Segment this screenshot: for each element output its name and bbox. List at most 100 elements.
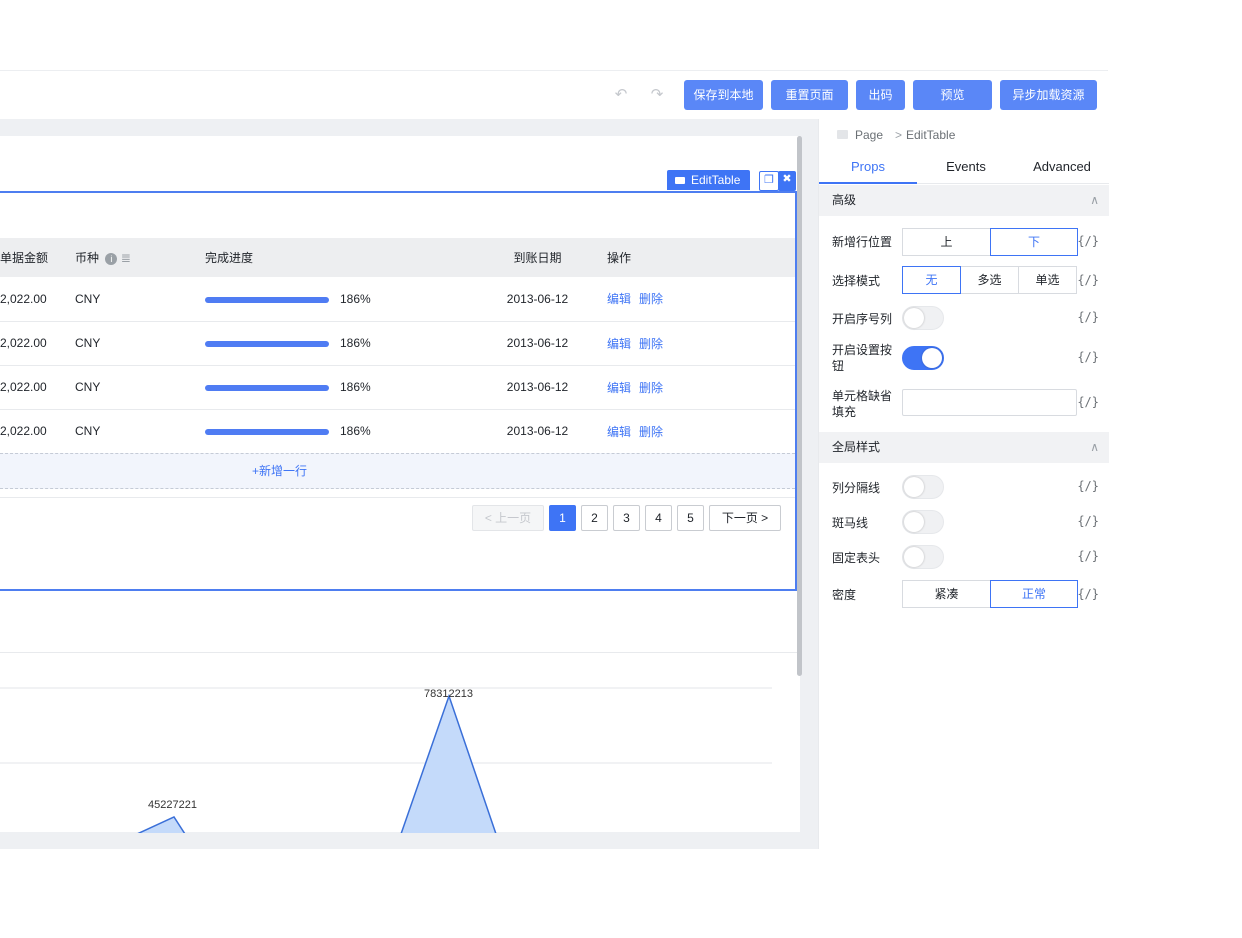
component-tag[interactable]: EditTable: [667, 170, 751, 190]
cell-actions: 编辑删除: [607, 277, 795, 322]
cell-amount: 2,022.00: [0, 277, 75, 322]
area-series-segment: [136, 816, 187, 835]
column-divider-toggle[interactable]: [902, 475, 944, 499]
page-icon: [837, 130, 848, 139]
page-4-button[interactable]: 4: [645, 505, 672, 531]
code-binding-button[interactable]: {/}: [1077, 549, 1099, 563]
redo-icon[interactable]: ↷: [647, 85, 667, 105]
add-row-button[interactable]: +新增一行: [0, 453, 795, 489]
code-binding-button[interactable]: {/}: [1077, 310, 1099, 324]
code-binding-button[interactable]: {/}: [1077, 273, 1099, 287]
selection-multi-option[interactable]: 多选: [960, 266, 1019, 294]
tab-events[interactable]: Events: [917, 152, 1015, 184]
preview-button[interactable]: 预览: [913, 80, 992, 110]
column-header-progress[interactable]: 完成进度: [205, 238, 468, 277]
filter-icon[interactable]: ≣: [121, 251, 131, 265]
table-row: 2,022.00CNY 186% 2013-06-12编辑删除: [0, 277, 795, 322]
delete-link[interactable]: 删除: [639, 425, 663, 439]
section-global-style[interactable]: 全局样式 ∧: [819, 432, 1109, 463]
code-binding-button[interactable]: {/}: [1077, 479, 1099, 493]
fixed-header-label: 固定表头: [832, 551, 881, 565]
export-code-button[interactable]: 出码: [856, 80, 905, 110]
component-icon: [675, 177, 685, 184]
row-empty-fill: 单元格缺省填充 {/}: [819, 387, 1109, 421]
column-header-actions[interactable]: 操作: [607, 238, 795, 277]
page-2-button[interactable]: 2: [581, 505, 608, 531]
progress-value: 186%: [340, 424, 371, 438]
delete-link[interactable]: 删除: [639, 292, 663, 306]
column-header-currency[interactable]: 币种 i ≣: [75, 238, 205, 277]
breadcrumb-current[interactable]: EditTable: [906, 119, 955, 151]
column-header-date[interactable]: 到账日期: [468, 238, 607, 277]
page-3-button[interactable]: 3: [613, 505, 640, 531]
code-binding-button[interactable]: {/}: [1077, 395, 1099, 409]
new-row-position-label: 新增行位置: [832, 235, 893, 249]
canvas-scrollbar[interactable]: [797, 136, 802, 676]
column-header-amount[interactable]: 单据金额: [0, 238, 75, 277]
section-advanced[interactable]: 高级 ∧: [819, 185, 1109, 216]
copy-icon[interactable]: ❐: [759, 171, 779, 191]
settings-button-label: 开启设置按钮: [832, 343, 893, 373]
cell-amount: 2,022.00: [0, 365, 75, 410]
code-binding-button[interactable]: {/}: [1077, 514, 1099, 528]
reset-page-button[interactable]: 重置页面: [771, 80, 848, 110]
position-top-option[interactable]: 上: [902, 228, 991, 256]
progress-bar: [205, 384, 329, 391]
page-1-button[interactable]: 1: [549, 505, 576, 531]
code-binding-button[interactable]: {/}: [1077, 234, 1099, 248]
async-load-button[interactable]: 异步加载资源: [1000, 80, 1097, 110]
delete-link[interactable]: 删除: [639, 337, 663, 351]
cell-amount: 2,022.00: [0, 321, 75, 366]
empty-fill-input[interactable]: [902, 389, 1077, 416]
save-local-button[interactable]: 保存到本地: [684, 80, 763, 110]
next-page-button[interactable]: 下一页 >: [709, 505, 781, 531]
undo-icon[interactable]: ↶: [611, 85, 631, 105]
chevron-up-icon[interactable]: ∧: [1090, 185, 1099, 216]
cell-currency: CNY: [75, 365, 205, 410]
zebra-toggle[interactable]: [902, 510, 944, 534]
selection-none-option[interactable]: 无: [902, 266, 961, 294]
info-icon[interactable]: i: [105, 253, 118, 265]
edit-table-component[interactable]: ✦ ≡ ⌘ ⚙ 单据金额 币种 i ≣ 完成进度 到账日期 操作: [0, 191, 797, 591]
prev-page-button[interactable]: < 上一页: [472, 505, 544, 531]
position-bottom-option[interactable]: 下: [990, 228, 1078, 256]
settings-button-toggle[interactable]: [902, 346, 944, 370]
code-binding-button[interactable]: {/}: [1077, 587, 1099, 601]
selection-single-option[interactable]: 单选: [1018, 266, 1077, 294]
table-row: 2,022.00CNY 186% 2013-06-12编辑删除: [0, 365, 795, 410]
toggle-knob: [904, 308, 924, 328]
currency-header-label: 币种: [75, 251, 100, 265]
tab-advanced[interactable]: Advanced: [1015, 152, 1109, 184]
edit-link[interactable]: 编辑: [607, 292, 631, 306]
cell-progress: 186%: [205, 277, 468, 322]
fixed-header-toggle[interactable]: [902, 545, 944, 569]
design-canvas: EditTable ❐ ✖ ✦ ≡ ⌘ ⚙ 单据金额 币种 i ≣ 完成进度: [0, 119, 818, 849]
section-advanced-title: 高级: [832, 193, 857, 207]
code-binding-button[interactable]: {/}: [1077, 350, 1099, 364]
page-5-button[interactable]: 5: [677, 505, 704, 531]
cell-currency: CNY: [75, 409, 205, 454]
progress-bar: [205, 296, 329, 303]
edit-link[interactable]: 编辑: [607, 337, 631, 351]
delete-icon[interactable]: ✖: [778, 171, 796, 191]
page-canvas: EditTable ❐ ✖ ✦ ≡ ⌘ ⚙ 单据金额 币种 i ≣ 完成进度: [0, 136, 800, 835]
delete-link[interactable]: 删除: [639, 381, 663, 395]
density-compact-option[interactable]: 紧凑: [902, 580, 991, 608]
chart-svg: 78312213 45227221: [0, 687, 772, 835]
lowcode-editor: ↶ ↷ 保存到本地 重置页面 出码 预览 异步加载资源 EditTable ❐ …: [0, 70, 1109, 849]
serial-column-toggle[interactable]: [902, 306, 944, 330]
progress-bar: [205, 428, 329, 435]
chevron-up-icon[interactable]: ∧: [1090, 432, 1099, 463]
selection-mode-label: 选择模式: [832, 274, 881, 288]
section-global-style-title: 全局样式: [832, 440, 881, 454]
edit-link[interactable]: 编辑: [607, 381, 631, 395]
area-chart: 78312213 45227221: [0, 652, 800, 835]
row-zebra: 斑马线 {/}: [819, 510, 1109, 534]
density-normal-option[interactable]: 正常: [990, 580, 1078, 608]
panel-tabs: Props Events Advanced: [819, 152, 1109, 184]
breadcrumb-root[interactable]: Page: [855, 119, 883, 151]
toggle-knob: [922, 348, 942, 368]
edit-link[interactable]: 编辑: [607, 425, 631, 439]
tab-props[interactable]: Props: [819, 152, 917, 184]
table-header-row: 单据金额 币种 i ≣ 完成进度 到账日期 操作: [0, 238, 795, 277]
